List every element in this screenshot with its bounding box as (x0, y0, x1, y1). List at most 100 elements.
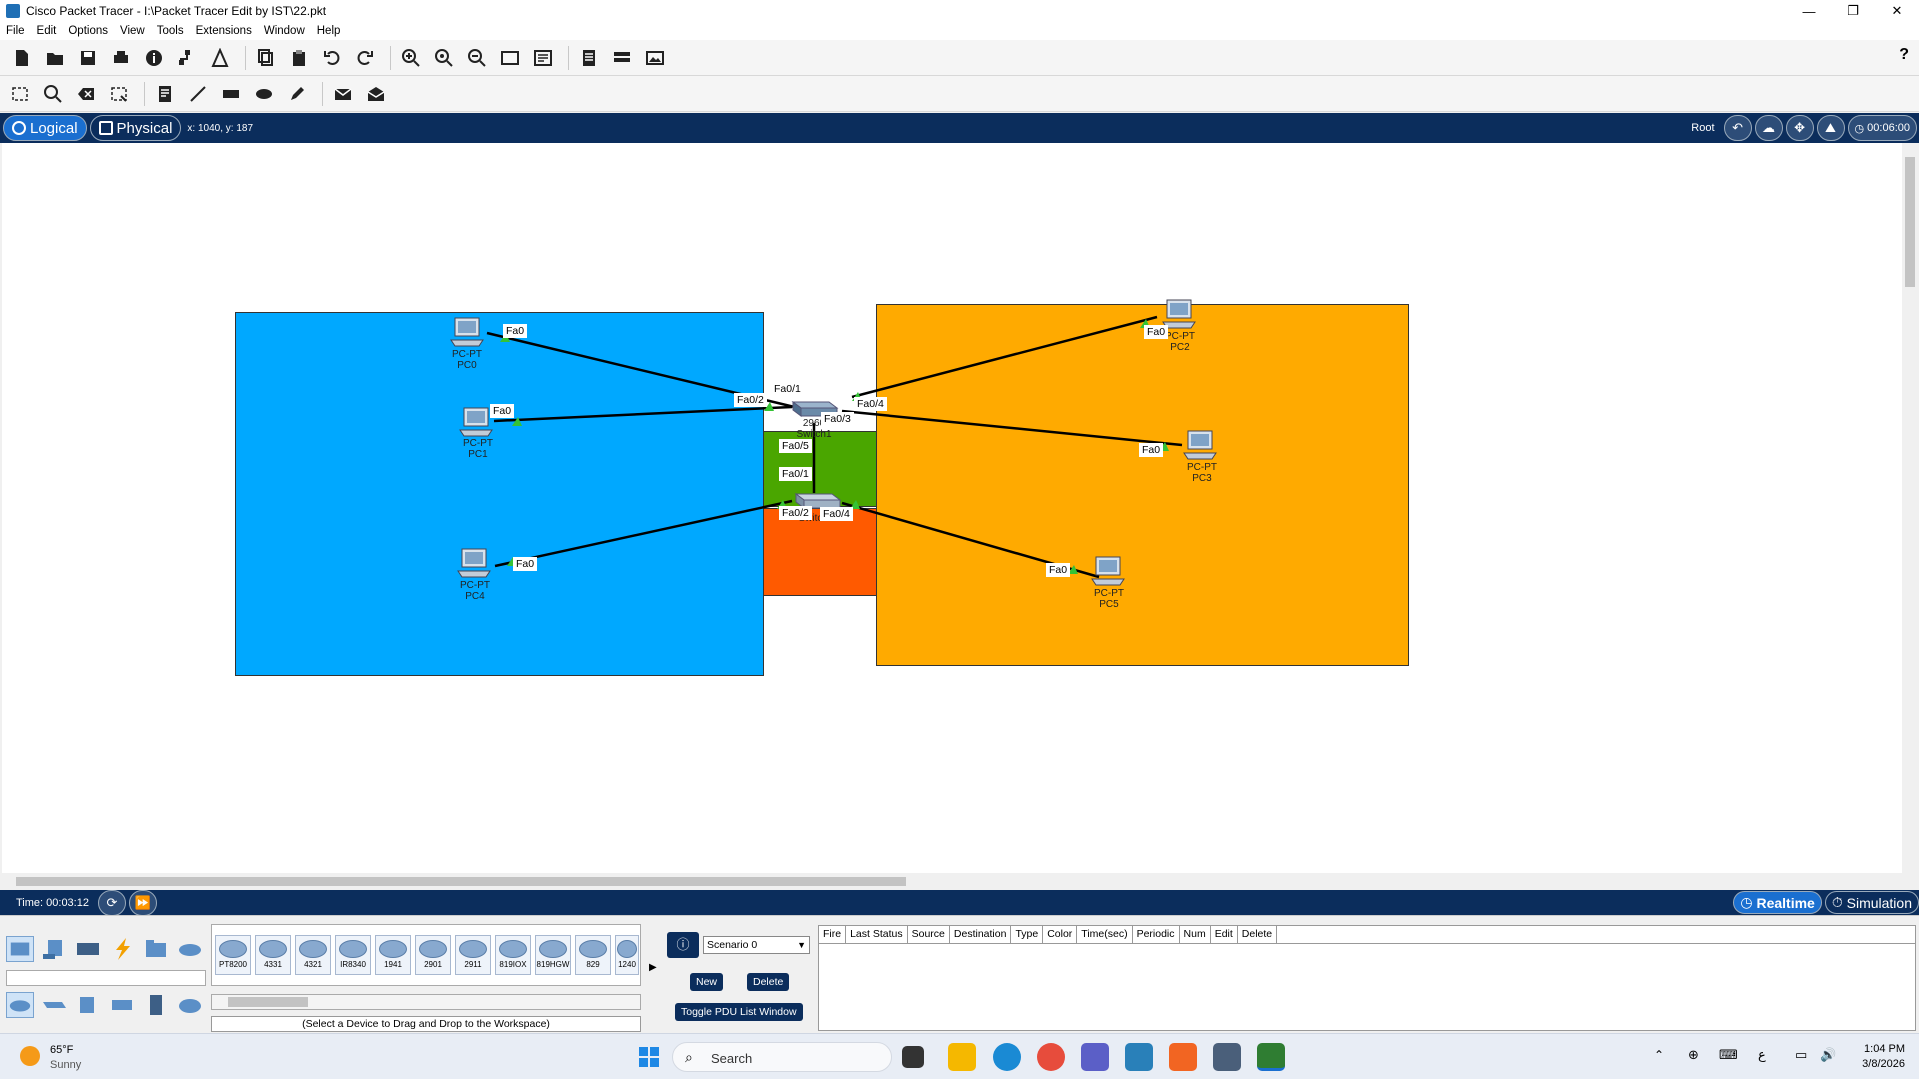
fit-window-button[interactable] (496, 44, 524, 72)
new-scenario-button[interactable]: New (690, 973, 724, 991)
packet-tracer-taskbar-icon[interactable] (1257, 1043, 1285, 1071)
zoom-in-button[interactable] (397, 44, 425, 72)
open-button[interactable] (41, 44, 69, 72)
model-2911[interactable]: 2911 (455, 935, 491, 975)
environment-button[interactable]: ⛰ (1816, 115, 1845, 141)
scenario-select[interactable]: Scenario 0 ▼ (703, 936, 810, 954)
network-devices-category-icon[interactable] (6, 936, 34, 962)
undo-button[interactable] (318, 44, 346, 72)
sun-weather-icon[interactable] (20, 1046, 40, 1066)
model-pt8200[interactable]: PT8200 (215, 935, 251, 975)
resize-tool-button[interactable] (105, 80, 133, 108)
freeform-tool-button[interactable] (283, 80, 311, 108)
logical-workspace[interactable]: 2960 Switch1 Switch2 PC-PT PC0 PC-PT PC1 PC… (2, 143, 1902, 873)
tab-physical[interactable]: Physical (89, 115, 182, 141)
pc4-icon[interactable] (456, 547, 492, 581)
palette-button[interactable] (575, 44, 603, 72)
complex-pdu-button[interactable] (362, 80, 390, 108)
brave-browser-icon[interactable] (1169, 1043, 1197, 1071)
simulation-mode-button[interactable]: ⏱ Simulation (1824, 891, 1919, 914)
menu-options[interactable]: Options (68, 25, 108, 37)
col-num[interactable]: Num (1180, 926, 1211, 943)
expand-panel-arrow-icon[interactable]: ▶ (649, 962, 657, 973)
image-button[interactable] (641, 44, 669, 72)
line-tool-button[interactable] (184, 80, 212, 108)
system-clock[interactable]: 1:04 PM 3/8/2026 (1862, 1042, 1905, 1072)
minimize-button[interactable]: — (1787, 0, 1831, 22)
wireless-subcategory-icon[interactable] (108, 992, 136, 1018)
col-type[interactable]: Type (1011, 926, 1044, 943)
taskbar-search-box[interactable]: ⌕ Search (672, 1042, 892, 1072)
chrome-browser-icon[interactable] (1037, 1043, 1065, 1071)
close-button[interactable]: ✕ (1875, 0, 1919, 22)
task-view-icon[interactable] (902, 1046, 924, 1068)
fast-forward-button[interactable]: ⏩ (128, 889, 157, 916)
hubs-subcategory-icon[interactable] (74, 992, 102, 1018)
navigation-button[interactable]: ✥ (1785, 115, 1814, 141)
custom-devices-button[interactable] (608, 44, 636, 72)
note-tool-button[interactable] (151, 80, 179, 108)
cluster-button[interactable]: ☁ (1754, 115, 1783, 141)
pc1-icon[interactable] (458, 406, 494, 440)
zoom-out-button[interactable] (463, 44, 491, 72)
link-pc1-switch1[interactable] (493, 405, 793, 423)
link-pc3-switch1[interactable] (841, 409, 1183, 447)
col-periodic[interactable]: Periodic (1133, 926, 1180, 943)
link-pc4-switch2[interactable] (494, 499, 793, 568)
col-time[interactable]: Time(sec) (1077, 926, 1133, 943)
connections-category-icon[interactable] (108, 936, 136, 962)
delete-tool-button[interactable] (72, 80, 100, 108)
components-category-icon[interactable] (74, 936, 102, 962)
calculator-icon[interactable] (1213, 1043, 1241, 1071)
col-fire[interactable]: Fire (819, 926, 847, 943)
paste-button[interactable] (285, 44, 313, 72)
col-last-status[interactable]: Last Status (846, 926, 908, 943)
print-button[interactable] (107, 44, 135, 72)
model-1240[interactable]: 1240 (615, 935, 639, 975)
scrollbar-thumb[interactable] (228, 997, 308, 1007)
select-tool-button[interactable] (6, 80, 34, 108)
menu-file[interactable]: File (6, 25, 25, 37)
help-button[interactable]: ? (1899, 46, 1909, 64)
app-icon[interactable] (1125, 1043, 1153, 1071)
menu-view[interactable]: View (120, 25, 145, 37)
end-devices-category-icon[interactable] (40, 936, 68, 962)
menu-tools[interactable]: Tools (157, 25, 184, 37)
tab-logical[interactable]: Logical (3, 115, 87, 141)
chevron-up-icon[interactable]: ⌃ (1654, 1048, 1664, 1062)
col-source[interactable]: Source (908, 926, 950, 943)
multiuser-category-icon[interactable] (176, 936, 204, 962)
realtime-mode-button[interactable]: ◷ Realtime (1733, 891, 1822, 914)
simple-pdu-button[interactable] (329, 80, 357, 108)
maximize-button[interactable]: ❐ (1831, 0, 1875, 22)
wan-emulation-subcategory-icon[interactable] (176, 992, 204, 1018)
model-829[interactable]: 829 (575, 935, 611, 975)
menu-edit[interactable]: Edit (37, 25, 57, 37)
model-ir8340[interactable]: IR8340 (335, 935, 371, 975)
save-button[interactable] (74, 44, 102, 72)
weather-widget[interactable]: 65°F Sunny (50, 1043, 81, 1073)
info-button[interactable] (140, 44, 168, 72)
switches-subcategory-icon[interactable] (40, 992, 68, 1018)
model-2901[interactable]: 2901 (415, 935, 451, 975)
col-destination[interactable]: Destination (950, 926, 1012, 943)
new-file-button[interactable] (8, 44, 36, 72)
display-icon[interactable]: ▭ (1795, 1047, 1807, 1063)
redo-button[interactable] (351, 44, 379, 72)
scenario-info-button[interactable]: ⓘ (667, 932, 699, 958)
copy-button[interactable] (252, 44, 280, 72)
pc5-icon[interactable] (1090, 555, 1126, 589)
volume-icon[interactable]: 🔊 (1820, 1047, 1836, 1063)
model-819hgw[interactable]: 819HGW (535, 935, 571, 975)
back-button[interactable]: ↶ (1723, 115, 1752, 141)
delete-scenario-button[interactable]: Delete (747, 973, 790, 991)
rectangle-tool-button[interactable] (217, 80, 245, 108)
ellipse-tool-button[interactable] (250, 80, 278, 108)
menu-help[interactable]: Help (317, 25, 341, 37)
inspect-tool-button[interactable] (39, 80, 67, 108)
toggle-pdu-list-button[interactable]: Toggle PDU List Window (675, 1003, 803, 1021)
menu-extensions[interactable]: Extensions (196, 25, 252, 37)
model-4321[interactable]: 4321 (295, 935, 331, 975)
file-explorer-icon[interactable] (948, 1043, 976, 1071)
scrollbar-thumb[interactable] (16, 877, 906, 886)
